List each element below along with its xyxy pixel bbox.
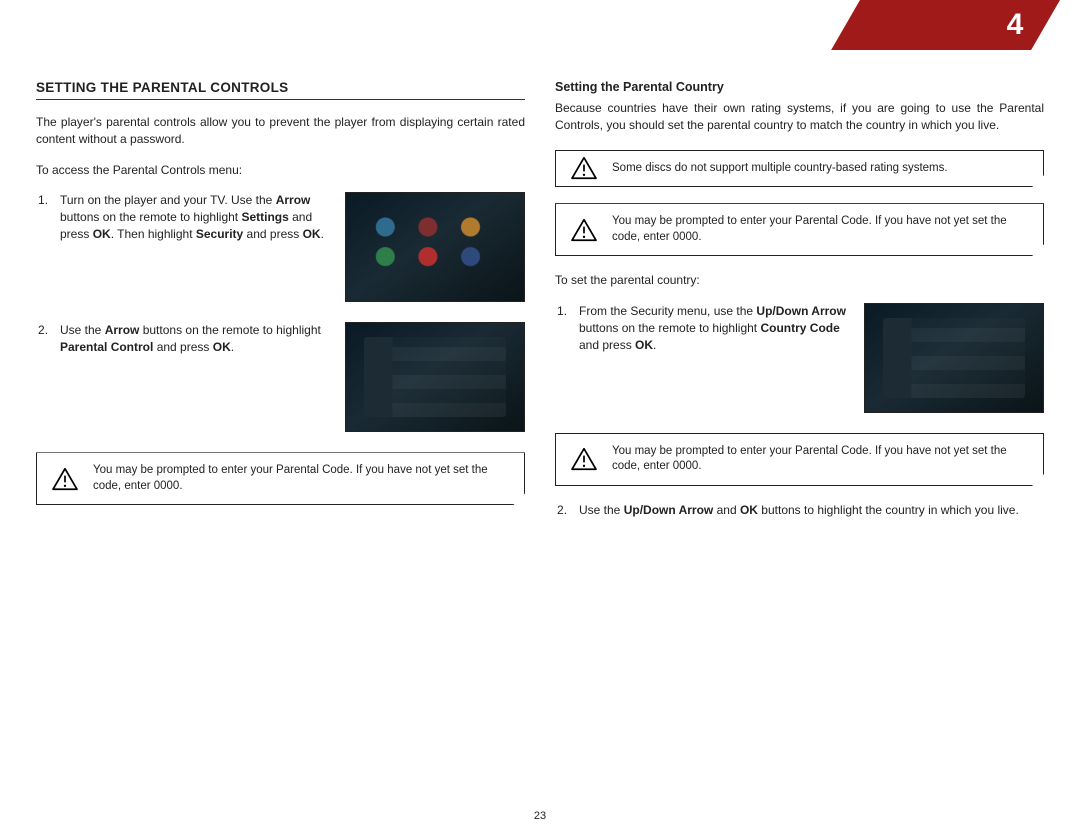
step-text: From the Security menu, use the Up/Down … — [579, 303, 850, 353]
content: SETTING THE PARENTAL CONTROLS The player… — [0, 0, 1080, 539]
note-box: Some discs do not support multiple count… — [555, 150, 1044, 188]
warning-icon — [570, 156, 598, 180]
page-number: 23 — [0, 810, 1080, 822]
note-box: You may be prompted to enter your Parent… — [555, 203, 1044, 256]
section-heading: SETTING THE PARENTAL CONTROLS — [36, 80, 525, 100]
screenshot-home — [345, 192, 525, 302]
warning-icon — [51, 467, 79, 491]
right-column: Setting the Parental Country Because cou… — [555, 80, 1044, 539]
note-text: You may be prompted to enter your Parent… — [612, 215, 1007, 243]
note-text: You may be prompted to enter your Parent… — [612, 445, 1007, 473]
intro2: To set the parental country: — [555, 272, 1044, 289]
intro-paragraph: The player's parental controls allow you… — [36, 114, 525, 148]
step-text: Turn on the player and your TV. Use the … — [60, 192, 331, 242]
step-2: Use the Up/Down Arrow and OK buttons to … — [555, 502, 1044, 519]
note-box: You may be prompted to enter your Parent… — [36, 452, 525, 505]
steps-list: Turn on the player and your TV. Use the … — [36, 192, 525, 432]
intro-paragraph: Because countries have their own rating … — [555, 100, 1044, 134]
note-text: You may be prompted to enter your Parent… — [93, 464, 488, 492]
intro2: To access the Parental Controls menu: — [36, 162, 525, 179]
screenshot-setup-menu — [345, 322, 525, 432]
left-column: SETTING THE PARENTAL CONTROLS The player… — [36, 80, 525, 539]
steps-list: From the Security menu, use the Up/Down … — [555, 303, 1044, 413]
warning-icon — [570, 447, 598, 471]
step-1: Turn on the player and your TV. Use the … — [36, 192, 525, 302]
chapter-tab: 4 — [831, 0, 1060, 50]
screenshot-setup-menu — [864, 303, 1044, 413]
note-box: You may be prompted to enter your Parent… — [555, 433, 1044, 486]
chapter-number: 4 — [1007, 8, 1024, 42]
step-1: From the Security menu, use the Up/Down … — [555, 303, 1044, 413]
step-text: Use the Arrow buttons on the remote to h… — [60, 322, 331, 356]
note-text: Some discs do not support multiple count… — [612, 162, 948, 174]
subheading: Setting the Parental Country — [555, 80, 1044, 94]
steps-list-cont: Use the Up/Down Arrow and OK buttons to … — [555, 502, 1044, 519]
step-2: Use the Arrow buttons on the remote to h… — [36, 322, 525, 432]
warning-icon — [570, 218, 598, 242]
